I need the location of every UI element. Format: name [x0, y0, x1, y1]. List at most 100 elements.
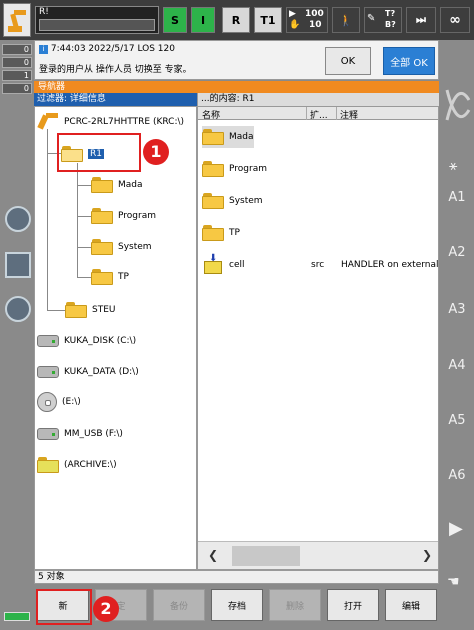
tool-value: T?: [385, 9, 396, 18]
tree-node-root[interactable]: PCRC-2RL7HHTTRE (KRC:\): [37, 111, 184, 133]
axis-a5-key[interactable]: A5: [443, 413, 471, 428]
tree-connector: [77, 277, 91, 278]
archive-button[interactable]: 存档: [211, 589, 263, 621]
folder-icon: [65, 302, 87, 318]
folder-icon: [202, 129, 224, 145]
tree-node-label: System: [118, 242, 152, 252]
kuka-menu-button[interactable]: [3, 3, 31, 37]
list-item-extension: src: [311, 260, 325, 270]
column-divider[interactable]: [336, 107, 337, 120]
tree-node-archive[interactable]: (ARCHIVE:\): [37, 454, 117, 476]
axis-a3-key[interactable]: A3: [443, 302, 471, 317]
list-item-name: cell: [229, 260, 245, 270]
backup-button[interactable]: 备份: [153, 589, 205, 621]
column-divider[interactable]: [306, 107, 307, 120]
program-status-box[interactable]: R!: [35, 6, 159, 34]
column-header-name[interactable]: 名称: [202, 108, 220, 121]
battery-status-icon: [4, 612, 30, 621]
list-item-comment: HANDLER on external ...: [341, 260, 439, 270]
folder-icon: [202, 225, 224, 241]
list-item[interactable]: System: [202, 190, 263, 212]
message-counter-error[interactable]: 0: [2, 44, 32, 55]
message-window: i 7:44:03 2022/5/17 LOS 120 登录的用户从 操作人员 …: [34, 40, 439, 80]
hand-pointer-icon[interactable]: ☚: [447, 574, 460, 590]
tree-node-system[interactable]: System: [91, 236, 152, 258]
tree-node-kuka-disk[interactable]: KUKA_DISK (C:\): [37, 330, 136, 352]
drives-status[interactable]: I: [191, 7, 215, 33]
tree-node-kuka-data[interactable]: KUKA_DATA (D:\): [37, 361, 139, 383]
list-item[interactable]: Program: [202, 158, 267, 180]
filter-label[interactable]: 过滤器: 详细信息: [34, 93, 197, 106]
axis-a4-key[interactable]: A4: [443, 358, 471, 373]
list-item[interactable]: Mada: [202, 126, 254, 148]
tool-icon: ✎: [367, 13, 376, 24]
scroll-right-icon[interactable]: ❯: [422, 548, 432, 562]
delete-button[interactable]: 删除: [269, 589, 321, 621]
directory-tree: PCRC-2RL7HHTTRE (KRC:\) R1 Mada Program …: [34, 106, 197, 570]
step-marker-1: 1: [143, 139, 169, 165]
tree-node-e-drive[interactable]: (E:\): [37, 391, 81, 413]
tree-node-program[interactable]: Program: [91, 205, 156, 227]
tool-base-status[interactable]: ✎ T? B?: [364, 7, 402, 33]
highlight-box-new: [36, 589, 92, 625]
list-item[interactable]: TP: [202, 222, 240, 244]
folder-icon: [91, 269, 113, 285]
incremental-mode-status[interactable]: ⏭: [406, 7, 436, 33]
source-file-icon: [202, 253, 224, 274]
submit-interpreter-status[interactable]: S: [163, 7, 187, 33]
tree-node-mada[interactable]: Mada: [91, 174, 143, 196]
tree-connector: [77, 185, 91, 186]
folder-icon: [91, 177, 113, 193]
robot-arm-icon: [8, 10, 26, 32]
jog-mode-status[interactable]: 🚶: [332, 7, 360, 33]
scrollbar-thumb[interactable]: [232, 546, 300, 566]
axis-a2-key[interactable]: A2: [443, 245, 471, 260]
next-page-arrow-icon[interactable]: ▶: [449, 518, 463, 539]
space-mouse-icon[interactable]: [441, 70, 473, 140]
column-header-comment[interactable]: 注释: [340, 108, 358, 121]
scroll-left-icon[interactable]: ❮: [208, 548, 218, 562]
gear-icon[interactable]: [5, 206, 31, 232]
override-status[interactable]: ▶ 100 ✋ 10: [286, 7, 328, 33]
tree-node-tp[interactable]: TP: [91, 266, 129, 288]
tree-node-steu[interactable]: STEU: [65, 299, 115, 321]
list-item-name: Mada: [229, 132, 254, 142]
tree-node-label: Mada: [118, 180, 143, 190]
column-header-extension[interactable]: 扩...: [310, 108, 328, 121]
tree-node-label: KUKA_DISK (C:\): [64, 336, 137, 346]
edit-button[interactable]: 编辑: [385, 589, 437, 621]
step-marker-2: 2: [93, 596, 119, 622]
message-counter-wait[interactable]: 0: [2, 83, 32, 94]
hard-drive-icon: [37, 335, 59, 347]
tree-node-usb[interactable]: MM_USB (F:\): [37, 423, 123, 445]
list-item-name: System: [229, 196, 263, 206]
folder-icon: [202, 193, 224, 209]
open-button[interactable]: 打开: [327, 589, 379, 621]
skip-arrows-icon: ⏭: [416, 13, 426, 26]
coordinate-system-icon[interactable]: [5, 252, 31, 278]
axis-a1-key[interactable]: A1: [443, 190, 471, 205]
hand-icon: ✋: [289, 20, 301, 30]
user-group-icon[interactable]: [5, 296, 31, 322]
message-counter-warning[interactable]: 0: [2, 57, 32, 68]
list-item[interactable]: cell src HANDLER on external ...: [202, 253, 439, 276]
coordinate-frame-icon[interactable]: ⚹: [449, 158, 457, 174]
infinite-status[interactable]: ∞: [440, 7, 470, 33]
operating-mode-status[interactable]: T1: [254, 7, 282, 33]
axis-a6-key[interactable]: A6: [443, 468, 471, 483]
usb-drive-icon: [37, 428, 59, 440]
robot-interpreter-status[interactable]: R: [222, 7, 250, 33]
tree-connector: [77, 163, 78, 277]
tree-connector: [47, 129, 48, 311]
ok-button[interactable]: OK: [325, 47, 371, 75]
jog-keys-strip: ⚹ A1 A2 A3 A4 A5 A6 ▶ ☚: [439, 40, 474, 630]
archive-folder-icon: [37, 457, 59, 473]
message-counter-info[interactable]: 1: [2, 70, 32, 81]
override-bottom-value: 10: [309, 20, 322, 30]
highlight-box-r1: [57, 133, 141, 172]
message-text: 登录的用户从 操作人员 切换至 专家。: [39, 65, 192, 75]
horizontal-scrollbar[interactable]: ❮ ❯: [198, 541, 438, 569]
all-ok-button[interactable]: 全部 OK: [383, 47, 435, 75]
tree-node-label: (ARCHIVE:\): [64, 460, 117, 470]
message-timestamp: 7:44:03 2022/5/17 LOS 120: [50, 44, 175, 54]
